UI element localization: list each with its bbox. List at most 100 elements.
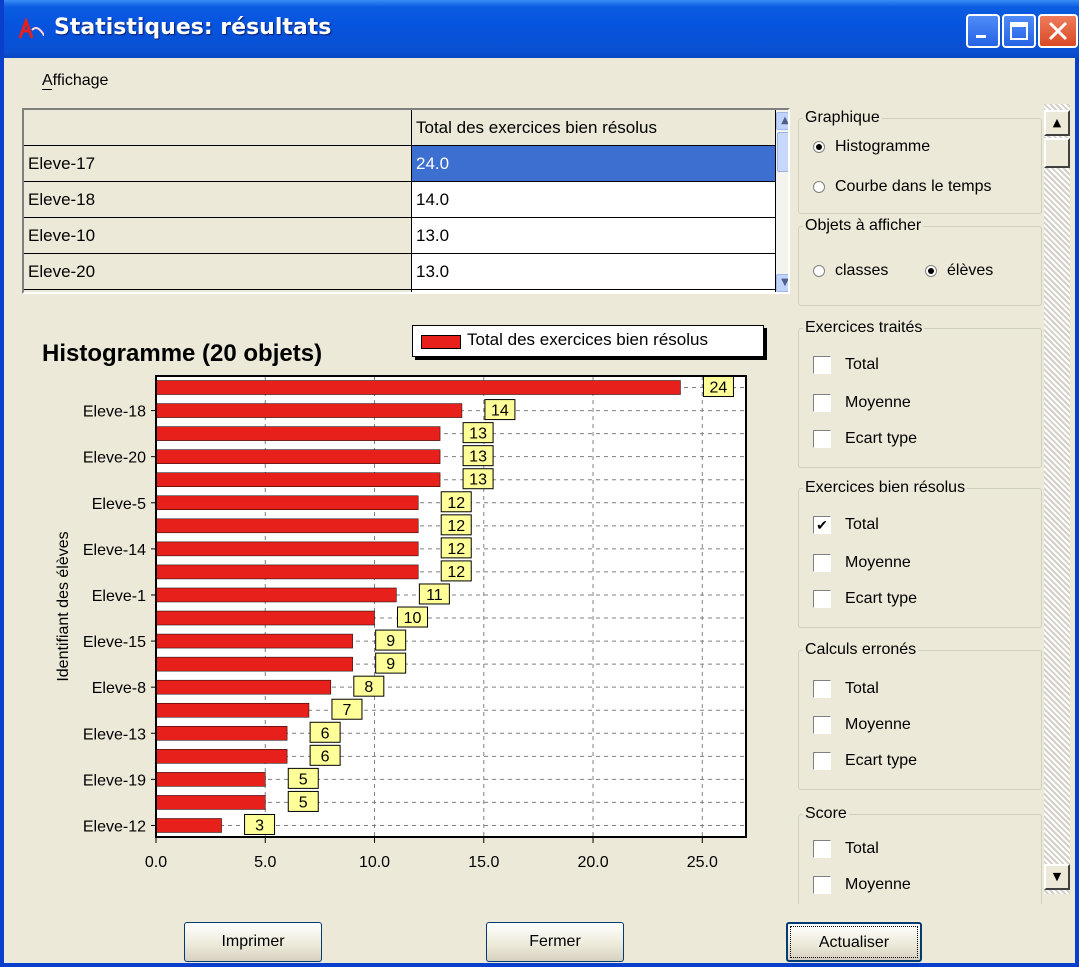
- data-label: 12: [447, 518, 465, 535]
- grid-scrollbar[interactable]: ▲ ▼: [776, 110, 788, 292]
- x-tick-label: 10.0: [359, 854, 390, 871]
- checkbox-icon[interactable]: [813, 554, 831, 572]
- radio-eleves[interactable]: élèves: [925, 259, 993, 283]
- radio-selected-icon[interactable]: [813, 141, 825, 153]
- window-title: Statistiques: résultats: [54, 15, 332, 40]
- grid-column-header[interactable]: Total des exercices bien résolus: [412, 110, 776, 146]
- bar: [155, 495, 419, 511]
- checkbox-label: Total: [845, 356, 879, 373]
- grid-cell[interactable]: 13.0: [412, 254, 776, 290]
- print-button[interactable]: Imprimer: [184, 922, 322, 962]
- title-bar[interactable]: Statistiques: résultats: [4, 0, 1079, 58]
- radio-histogramme[interactable]: Histogramme: [813, 135, 930, 159]
- radio-icon[interactable]: [813, 181, 825, 193]
- bar: [155, 726, 288, 741]
- checkbox-icon[interactable]: [813, 716, 831, 734]
- bar: [155, 426, 441, 441]
- grid-row-header[interactable]: Eleve-18: [24, 182, 412, 218]
- scroll-up-icon[interactable]: ▲: [776, 112, 788, 130]
- radio-classes[interactable]: classes: [813, 259, 888, 283]
- checkbox-bien-ecart[interactable]: Ecart type: [813, 587, 917, 611]
- checkbox-label: Total: [845, 516, 879, 533]
- close-button[interactable]: [1038, 14, 1078, 48]
- checkbox-traites-total[interactable]: Total: [813, 353, 879, 377]
- grid-row-header[interactable]: Eleve-20: [24, 254, 412, 290]
- checkbox-icon[interactable]: [813, 430, 831, 448]
- results-grid[interactable]: Total des exercices bien résolus Eleve-1…: [22, 108, 790, 294]
- grid-row-header[interactable]: Eleve-17: [24, 146, 412, 182]
- options-scrollbar[interactable]: ▲ ▼: [1044, 104, 1070, 894]
- bar: [155, 587, 397, 603]
- checkbox-label: Moyenne: [845, 876, 911, 893]
- y-tick-label: Eleve-8: [92, 680, 146, 697]
- radio-selected-icon[interactable]: [925, 265, 937, 277]
- checkbox-label: Ecart type: [845, 752, 918, 769]
- checkbox-score-total[interactable]: Total: [813, 837, 879, 861]
- data-label: 13: [469, 449, 487, 466]
- grid-scroll-thumb[interactable]: [777, 132, 788, 172]
- checkbox-label: Ecart type: [845, 430, 918, 447]
- grid-cell[interactable]: 24.0: [412, 146, 776, 182]
- radio-icon[interactable]: [813, 265, 825, 277]
- grid-cell-partial: [412, 290, 776, 292]
- data-label: 3: [255, 817, 264, 834]
- bar: [155, 518, 419, 534]
- close-dialog-button[interactable]: Fermer: [486, 922, 624, 962]
- bar: [155, 380, 681, 395]
- scroll-up-icon[interactable]: ▲: [1044, 110, 1070, 136]
- data-label: 6: [321, 748, 330, 765]
- checkbox-label: Moyenne: [845, 394, 911, 411]
- checkbox-traites-moyenne[interactable]: Moyenne: [813, 391, 911, 415]
- y-tick-label: Eleve-20: [83, 450, 146, 467]
- checkbox-icon[interactable]: [813, 840, 831, 858]
- data-label: 13: [469, 426, 487, 443]
- scroll-down-icon[interactable]: ▼: [776, 274, 788, 292]
- group-exercices-bien-resolus: Exercices bien résolus ✔ Total Moyenne Ec…: [798, 479, 1042, 628]
- data-label: 12: [447, 495, 465, 512]
- bar: [155, 772, 266, 787]
- checkbox-bien-total[interactable]: ✔ Total: [813, 513, 879, 537]
- refresh-button[interactable]: Actualiser: [786, 922, 922, 962]
- data-label: 11: [426, 587, 443, 604]
- checkbox-calculs-moyenne[interactable]: Moyenne: [813, 713, 911, 737]
- bar: [155, 679, 332, 695]
- grid-row-header[interactable]: Eleve-10: [24, 218, 412, 254]
- menu-affichage[interactable]: Affichage: [42, 72, 108, 90]
- checkbox-icon[interactable]: [813, 394, 831, 412]
- checkbox-icon[interactable]: [813, 752, 831, 770]
- bar: [155, 749, 288, 764]
- scroll-down-icon[interactable]: ▼: [1044, 864, 1070, 890]
- data-label: 9: [386, 656, 395, 673]
- checkbox-calculs-ecart[interactable]: Ecart type: [813, 749, 917, 773]
- radio-label: Histogramme: [835, 138, 931, 155]
- checkbox-icon[interactable]: [813, 590, 831, 608]
- checkbox-bien-moyenne[interactable]: Moyenne: [813, 551, 911, 575]
- checkbox-icon[interactable]: [813, 680, 831, 698]
- radio-courbe[interactable]: Courbe dans le temps: [813, 175, 992, 199]
- checkbox-calculs-total[interactable]: Total: [813, 677, 879, 701]
- x-tick-label: 25.0: [687, 854, 718, 871]
- checkbox-label: Total: [845, 680, 879, 697]
- data-label: 10: [404, 610, 422, 627]
- bar: [155, 403, 463, 418]
- x-tick-label: 20.0: [577, 854, 608, 871]
- radio-label: classes: [835, 262, 889, 279]
- data-label: 5: [299, 794, 308, 811]
- checkbox-icon[interactable]: [813, 876, 831, 894]
- minimize-button[interactable]: [966, 14, 1000, 48]
- options-panel: Graphique Histogramme Courbe dans le tem…: [794, 104, 1046, 904]
- checkbox-traites-ecart[interactable]: Ecart type: [813, 427, 917, 451]
- checkbox-icon[interactable]: [813, 356, 831, 374]
- x-tick-label: 15.0: [468, 854, 499, 871]
- options-scroll-thumb[interactable]: [1044, 138, 1070, 168]
- bar: [155, 564, 419, 580]
- grid-cell[interactable]: 14.0: [412, 182, 776, 218]
- radio-label: élèves: [947, 262, 994, 279]
- x-tick-label: 0.0: [145, 854, 167, 871]
- check-mark-icon[interactable]: ✔: [813, 516, 831, 534]
- maximize-button[interactable]: [1002, 14, 1036, 48]
- grid-corner-header: [24, 110, 412, 146]
- grid-cell[interactable]: 13.0: [412, 218, 776, 254]
- radio-label: Courbe dans le temps: [835, 178, 992, 195]
- checkbox-score-moyenne[interactable]: Moyenne: [813, 873, 911, 897]
